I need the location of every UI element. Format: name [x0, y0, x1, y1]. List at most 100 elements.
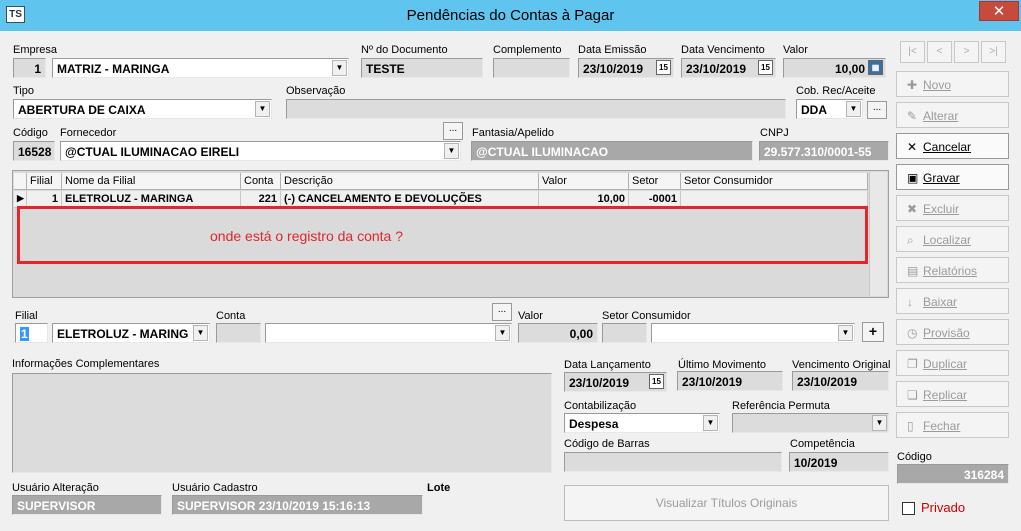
toolbar-button-label: Fechar — [923, 419, 961, 433]
privado-label: Privado — [921, 500, 966, 515]
chevron-down-icon[interactable]: ▼ — [444, 143, 459, 159]
data-lancamento-field[interactable]: 23/10/2019 15 — [564, 372, 667, 392]
label-usuario-alteracao: Usuário Alteração — [12, 482, 99, 494]
chevron-down-icon[interactable]: ▼ — [838, 325, 853, 341]
excluir-button[interactable]: ✖ Excluir — [896, 195, 1009, 221]
relatrios-button[interactable]: ▤ Relatórios — [896, 257, 1009, 283]
duplicar-button[interactable]: ❐ Duplicar — [896, 350, 1009, 376]
tipo-select[interactable]: ABERTURA DE CAIXA ▼ — [13, 99, 272, 119]
last-record-button[interactable]: >| — [981, 41, 1006, 63]
proviso-button[interactable]: ◷ Provisão — [896, 319, 1009, 345]
privado-checkbox[interactable] — [902, 502, 915, 515]
tipo-value: ABERTURA DE CAIXA — [18, 103, 146, 117]
grid-header-setor[interactable]: Setor — [629, 173, 681, 190]
replicar-button[interactable]: ❏ Replicar — [896, 381, 1009, 407]
novo-button[interactable]: ✚ Novo — [896, 71, 1009, 97]
edit-icon: ✎ — [907, 109, 918, 123]
data-emissao-value: 23/10/2019 — [583, 62, 644, 76]
label-ultimo-movimento: Último Movimento — [678, 359, 767, 371]
close-window-button[interactable]: ✕ — [979, 1, 1019, 21]
prev-record-button[interactable]: < — [927, 41, 952, 63]
filial-select[interactable]: ELETROLUZ - MARING ▼ — [52, 323, 210, 343]
conta-select[interactable]: ▼ — [265, 323, 512, 343]
grid-header-filial[interactable]: Filial — [27, 173, 62, 190]
grid-corner — [14, 173, 27, 190]
cancel-icon: ✕ — [907, 140, 918, 154]
label-codigo: Código — [13, 127, 48, 139]
annotation-text: onde está o registro da conta ? — [210, 228, 404, 244]
observacao-field[interactable] — [286, 99, 786, 119]
grid-header-descricao[interactable]: Descrição — [281, 173, 539, 190]
toolbar-button-label: Excluir — [923, 202, 960, 216]
empresa-code-field[interactable]: 1 — [13, 58, 46, 78]
chevron-down-icon[interactable]: ▼ — [872, 415, 887, 431]
competencia-field[interactable]: 10/2019 — [789, 452, 889, 472]
calendar-icon[interactable]: 15 — [656, 60, 671, 75]
valor2-field[interactable]: 0,00 — [518, 323, 598, 343]
first-record-button[interactable]: |< — [900, 41, 925, 63]
localizar-button[interactable]: ⌕ Localizar — [896, 226, 1009, 252]
close-doc-icon: ▯ — [907, 419, 914, 433]
calendar-icon[interactable]: 15 — [758, 60, 773, 75]
codigo-field[interactable]: 16528 — [13, 141, 55, 161]
cob-rec-aceite-value: DDA — [801, 103, 827, 117]
setor-code-field[interactable] — [602, 323, 647, 343]
gravar-button[interactable]: ▣ Gravar — [896, 164, 1009, 190]
label-info-complementares: Informações Complementares — [12, 358, 160, 370]
fechar-button[interactable]: ▯ Fechar — [896, 412, 1009, 438]
save-icon: ▣ — [907, 171, 919, 185]
next-record-button[interactable]: > — [954, 41, 979, 63]
chevron-down-icon[interactable]: ▼ — [495, 325, 510, 341]
cell-filial: 1 — [27, 191, 62, 207]
label-lote: Lote — [427, 482, 451, 494]
complemento-field[interactable] — [493, 58, 570, 78]
info-complementares-textarea[interactable] — [12, 373, 552, 473]
toolbar-button-label: Gravar — [923, 171, 960, 185]
setor-select[interactable]: ▼ — [651, 323, 855, 343]
label-setor-consumidor: Setor Consumidor — [602, 310, 691, 322]
grid-header-valor[interactable]: Valor — [539, 173, 629, 190]
data-vencimento-field[interactable]: 23/10/2019 15 — [681, 58, 776, 78]
empresa-select[interactable]: MATRIZ - MARINGA ▼ — [52, 58, 349, 78]
grid-scrollbar[interactable] — [869, 172, 887, 296]
contabilizacao-value: Despesa — [569, 417, 619, 431]
valor-field[interactable]: 10,00 ▦ — [783, 58, 886, 78]
add-item-button[interactable]: + — [862, 322, 884, 342]
conta-ellipsis-button[interactable]: ... — [492, 303, 512, 321]
grid-header-conta[interactable]: Conta — [241, 173, 281, 190]
valor-value: 10,00 — [834, 62, 865, 76]
chevron-down-icon[interactable]: ▼ — [703, 415, 718, 431]
baixar-button[interactable]: ↓ Baixar — [896, 288, 1009, 314]
filial-code-field[interactable]: 1 — [15, 323, 48, 343]
fornecedor-select[interactable]: @CTUAL ILUMINACAO EIRELI ▼ — [60, 141, 461, 161]
referencia-permuta-select[interactable]: ▼ — [732, 413, 889, 433]
data-vencimento-value: 23/10/2019 — [686, 62, 747, 76]
chevron-down-icon[interactable]: ▼ — [193, 325, 208, 341]
codigo-barras-field[interactable] — [564, 452, 782, 472]
trash-icon: ✖ — [907, 202, 918, 216]
cob-rec-aceite-select[interactable]: DDA ▼ — [796, 99, 863, 119]
calendar-icon[interactable]: 15 — [649, 374, 664, 389]
visualizar-titulos-button[interactable]: Visualizar Títulos Originais — [564, 485, 889, 521]
calculator-icon[interactable]: ▦ — [868, 60, 883, 75]
cancelar-button[interactable]: ✕ Cancelar — [896, 133, 1009, 159]
data-emissao-field[interactable]: 23/10/2019 15 — [578, 58, 674, 78]
grid-header-nome-filial[interactable]: Nome da Filial — [62, 173, 241, 190]
toolbar-button-label: Alterar — [923, 109, 959, 123]
label-contabilizacao: Contabilização — [564, 400, 637, 412]
chevron-down-icon[interactable]: ▼ — [332, 60, 347, 76]
num-documento-field[interactable]: TESTE — [361, 58, 483, 78]
fornecedor-ellipsis-button[interactable]: ... — [443, 122, 463, 140]
label-fantasia: Fantasia/Apelido — [472, 127, 554, 139]
grid-header-setor-consumidor[interactable]: Setor Consumidor — [681, 173, 868, 190]
chevron-down-icon[interactable]: ▼ — [846, 101, 861, 117]
printer-icon: ▤ — [907, 264, 919, 278]
cell-nome-filial: ELETROLUZ - MARINGA — [62, 191, 241, 207]
label-data-vencimento: Data Vencimento — [681, 44, 765, 56]
contabilizacao-select[interactable]: Despesa ▼ — [564, 413, 720, 433]
cob-ellipsis-button[interactable]: ... — [867, 101, 887, 119]
chevron-down-icon[interactable]: ▼ — [255, 101, 270, 117]
label-filial: Filial — [15, 310, 38, 322]
alterar-button[interactable]: ✎ Alterar — [896, 102, 1009, 128]
conta-code-field[interactable] — [216, 323, 261, 343]
